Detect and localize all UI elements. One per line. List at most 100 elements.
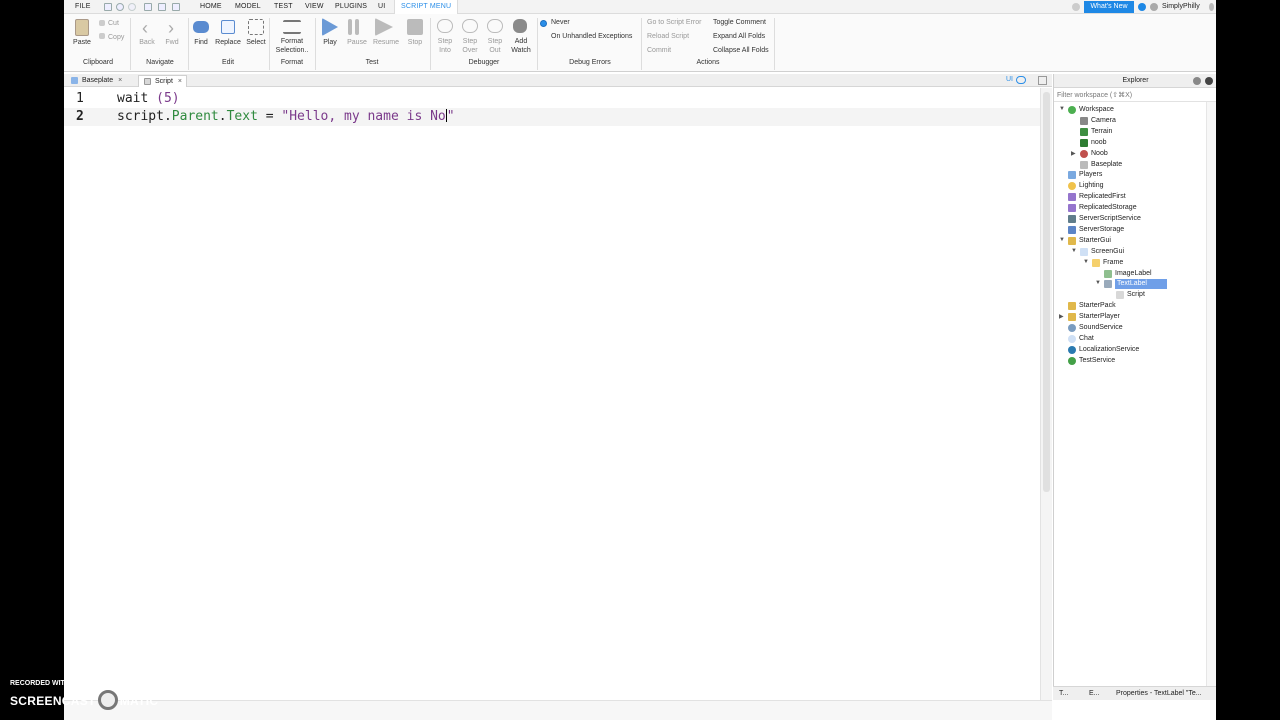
explorer-node[interactable]: TestService	[1079, 356, 1115, 366]
explorer-node[interactable]: Lighting	[1079, 181, 1104, 191]
explorer-node[interactable]: Script	[1127, 290, 1145, 300]
menu-script-menu[interactable]: SCRIPT MENU	[394, 0, 459, 15]
select-button[interactable]: Select	[244, 38, 268, 47]
eye-icon[interactable]	[1016, 76, 1026, 84]
expand-toggle-icon[interactable]: ▼	[1059, 106, 1065, 112]
paste-button[interactable]: Paste	[70, 38, 94, 47]
script-editor[interactable]: 1 2 wait (5) script.Parent.Text = "Hello…	[64, 88, 1040, 700]
redo-icon[interactable]	[128, 3, 136, 11]
explorer-node[interactable]: Workspace	[1079, 105, 1114, 115]
explorer-node[interactable]: SoundService	[1079, 323, 1123, 333]
tab-properties[interactable]: Properties - TextLabel "Te...	[1116, 690, 1202, 697]
pop-out-icon[interactable]	[1038, 76, 1047, 85]
collapse-all-folds-button[interactable]: Collapse All Folds	[713, 47, 769, 54]
unhandled-exceptions-option[interactable]: On Unhandled Exceptions	[551, 33, 632, 40]
cut-icon	[99, 20, 105, 26]
radio-never-selected[interactable]	[540, 20, 547, 27]
explorer-node[interactable]: ScreenGui	[1091, 247, 1124, 257]
expand-all-folds-button[interactable]: Expand All Folds	[713, 33, 765, 40]
go-to-script-error-button[interactable]: Go to Script Error	[647, 19, 701, 26]
explorer-node[interactable]: StarterGui	[1079, 236, 1111, 246]
explorer-node[interactable]: ServerStorage	[1079, 225, 1124, 235]
pause-button[interactable]: Pause	[343, 38, 371, 47]
explorer-node[interactable]: TextLabel	[1115, 279, 1167, 290]
explorer-node[interactable]: ReplicatedStorage	[1079, 203, 1137, 213]
explorer-node[interactable]: Camera	[1091, 116, 1116, 126]
ui-toggle[interactable]: UI	[1006, 76, 1013, 83]
copy-button[interactable]: Copy	[108, 33, 124, 42]
help-icon[interactable]	[1138, 3, 1146, 11]
expand-toggle-icon[interactable]: ▶	[1071, 150, 1076, 157]
replace-button[interactable]: Replace	[214, 38, 242, 47]
explorer-node[interactable]: Noob	[1091, 149, 1108, 159]
toggle-comment-button[interactable]: Toggle Comment	[713, 19, 766, 26]
scrollbar-thumb[interactable]	[1043, 92, 1050, 492]
close-icon[interactable]	[1205, 77, 1213, 85]
explorer-node[interactable]: Chat	[1079, 334, 1094, 344]
explorer-node[interactable]: ServerScriptService	[1079, 214, 1141, 224]
code-line-2[interactable]: script.Parent.Text = "Hello, my name is …	[117, 109, 455, 124]
menu-plugins[interactable]: PLUGINS	[335, 3, 367, 10]
tab-baseplate[interactable]: Baseplate ×	[66, 75, 126, 87]
explorer-node[interactable]: ReplicatedFirst	[1079, 192, 1126, 202]
explorer-node[interactable]: noob	[1091, 138, 1107, 148]
camera-icon	[1080, 116, 1088, 125]
window-menu-icon[interactable]	[1209, 3, 1214, 11]
code-line-1[interactable]: wait (5)	[117, 91, 180, 106]
whats-new-button[interactable]: What's New	[1084, 1, 1134, 13]
find-button[interactable]: Find	[190, 38, 212, 47]
stop-button[interactable]: Stop	[404, 38, 426, 47]
lighting-icon	[1068, 182, 1076, 191]
expand-toggle-icon[interactable]: ▼	[1059, 237, 1065, 243]
explorer-scrollbar[interactable]	[1206, 102, 1216, 700]
explorer-node[interactable]: Terrain	[1091, 127, 1112, 137]
commit-button[interactable]: Commit	[647, 47, 671, 54]
cut-button[interactable]: Cut	[108, 19, 119, 28]
tab-script[interactable]: Script ×	[138, 75, 187, 87]
explorer-node[interactable]: Frame	[1103, 258, 1123, 268]
step-out-button[interactable]: Step Out	[484, 37, 506, 55]
tab-toolbox[interactable]: T...	[1059, 690, 1068, 697]
menu-test[interactable]: TEST	[274, 3, 293, 10]
play-button[interactable]: Play	[318, 38, 342, 47]
step-into-button[interactable]: Step Into	[434, 37, 456, 55]
expand-toggle-icon[interactable]: ▶	[1059, 313, 1064, 320]
explorer-filter-input[interactable]: Filter workspace (⇧⌘X)	[1054, 88, 1216, 102]
select-tool-icon[interactable]	[144, 3, 152, 11]
username[interactable]: SimplyPhilly	[1162, 3, 1200, 10]
format-selection-button[interactable]: Format Selection..	[272, 37, 312, 55]
explorer-node[interactable]: Baseplate	[1091, 160, 1122, 170]
frame-icon	[1092, 258, 1100, 267]
back-button[interactable]: Back	[137, 38, 157, 47]
panel-options-icon[interactable]	[1193, 77, 1201, 85]
explorer-node[interactable]: LocalizationService	[1079, 345, 1139, 355]
expand-toggle-icon[interactable]: ▼	[1083, 259, 1089, 265]
close-icon[interactable]: ×	[178, 78, 182, 85]
close-icon[interactable]: ×	[118, 77, 122, 84]
explorer-node[interactable]: Players	[1079, 170, 1102, 180]
menu-model[interactable]: MODEL	[235, 3, 261, 10]
share-icon[interactable]	[1150, 3, 1158, 11]
menu-ui[interactable]: UI	[378, 3, 385, 10]
menu-file[interactable]: FILE	[75, 3, 91, 10]
add-watch-button[interactable]: Add Watch	[508, 37, 534, 55]
step-over-button[interactable]: Step Over	[459, 37, 481, 55]
menu-view[interactable]: VIEW	[305, 3, 324, 10]
move-tool-icon[interactable]	[158, 3, 166, 11]
collapse-ribbon-icon[interactable]	[1072, 3, 1080, 11]
explorer-node[interactable]: StarterPlayer	[1079, 312, 1120, 322]
reload-script-button[interactable]: Reload Script	[647, 33, 689, 40]
new-file-icon[interactable]	[104, 3, 112, 11]
resume-button[interactable]: Resume	[370, 38, 402, 47]
menu-home[interactable]: HOME	[200, 3, 222, 10]
forward-button[interactable]: Fwd	[162, 38, 182, 47]
expand-toggle-icon[interactable]: ▼	[1071, 248, 1077, 254]
editor-vertical-scrollbar[interactable]	[1040, 88, 1052, 700]
explorer-node[interactable]: ImageLabel	[1115, 269, 1152, 279]
editor-horizontal-scrollbar[interactable]	[64, 700, 1052, 720]
scale-tool-icon[interactable]	[172, 3, 180, 11]
undo-icon[interactable]	[116, 3, 124, 11]
explorer-node[interactable]: StarterPack	[1079, 301, 1116, 311]
expand-toggle-icon[interactable]: ▼	[1095, 280, 1101, 286]
tab-explorer[interactable]: E...	[1089, 690, 1100, 697]
